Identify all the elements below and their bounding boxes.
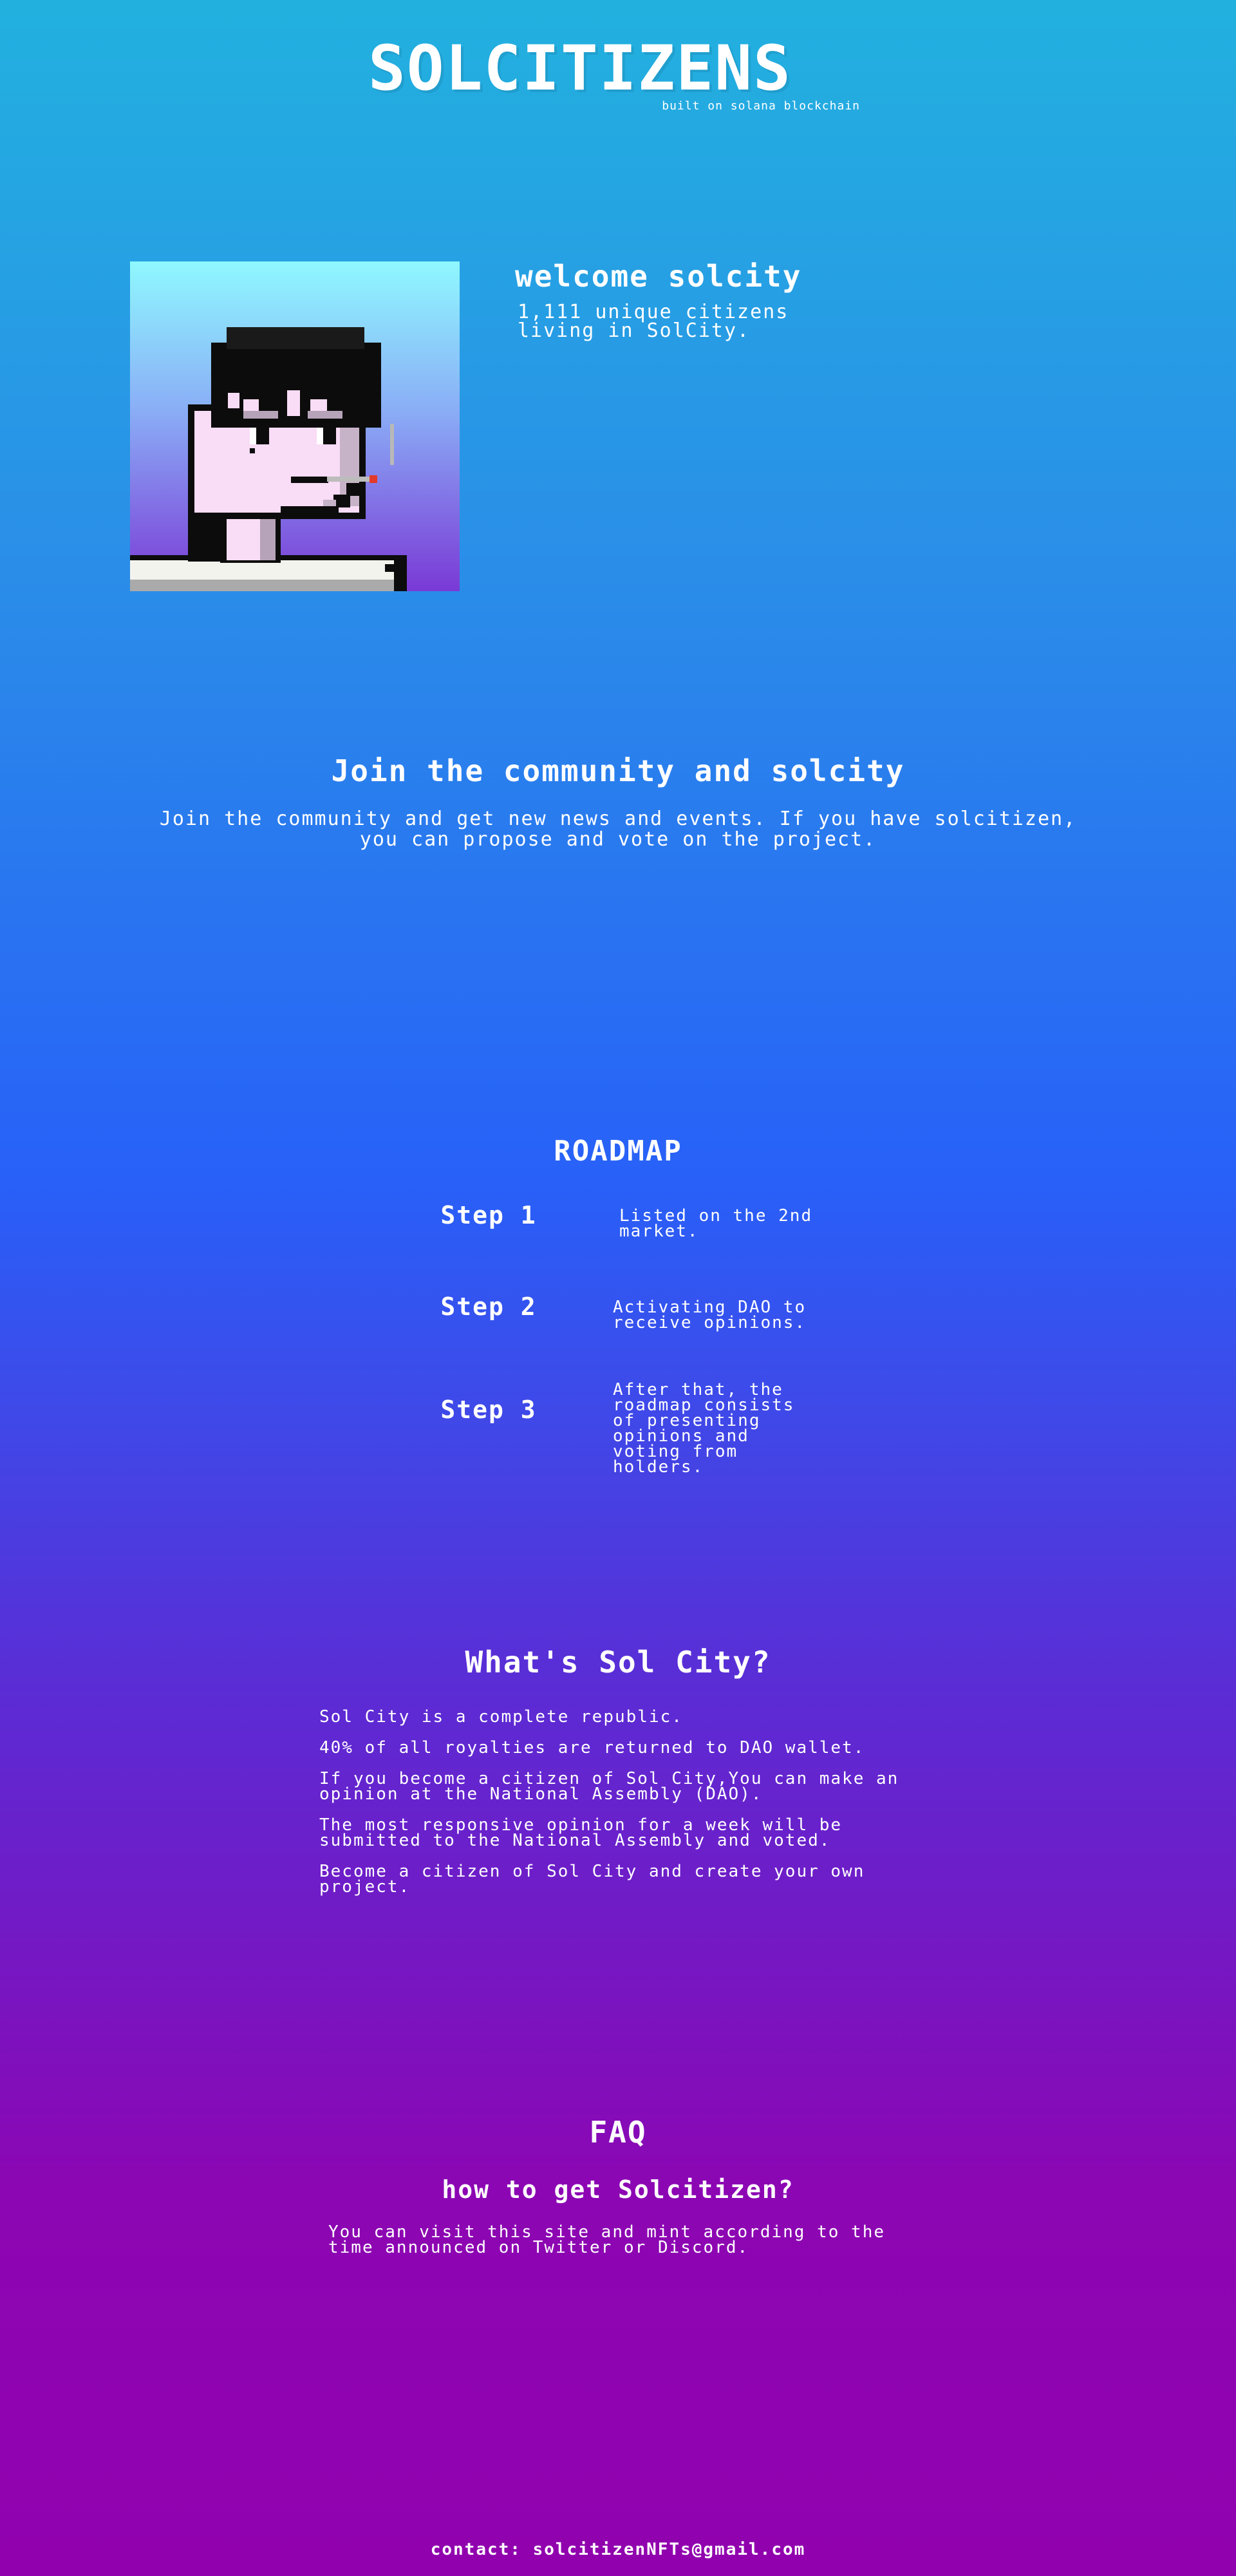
about-list: Sol City is a complete republic. 40% of … — [319, 1709, 937, 1910]
faq-question: how to get Solcitizen? — [442, 2175, 794, 2204]
roadmap-step-1-text: Listed on the 2nd market. — [619, 1206, 813, 1241]
roadmap-step-2-label: Step 2 — [440, 1293, 537, 1321]
whats-sol-city-heading: What's Sol City? — [465, 1645, 771, 1680]
pixel-citizen-avatar — [130, 261, 460, 591]
about-item: If you become a citizen of Sol City,You … — [319, 1769, 899, 1804]
roadmap-step-3-text: After that, the roadmap consists of pres… — [613, 1380, 795, 1477]
faq-answer: You can visit this site and mint accordi… — [328, 2222, 886, 2257]
site-title: SOLCITIZENS — [368, 32, 792, 104]
roadmap-heading: ROADMAP — [554, 1135, 682, 1168]
roadmap-step-1-label: Step 1 — [440, 1201, 537, 1229]
about-item: The most responsive opinion for a week w… — [319, 1815, 843, 1850]
site-tagline: built on solana blockchain — [662, 99, 860, 113]
welcome-text: 1,111 unique citizens living in SolCity. — [518, 301, 789, 342]
contact-email-link[interactable]: solcitizenNFTs@gmail.com — [533, 2540, 806, 2559]
community-heading: Join the community and solcity — [331, 753, 905, 788]
about-item: Become a citizen of Sol City and create … — [319, 1862, 865, 1897]
contact-label: contact: — [430, 2540, 521, 2559]
contact-line: contact: solcitizenNFTs@gmail.com — [0, 2541, 1236, 2558]
about-item: 40% of all royalties are returned to DAO… — [319, 1738, 865, 1757]
roadmap-step-3-label: Step 3 — [440, 1396, 537, 1424]
about-item: Sol City is a complete republic. — [319, 1707, 683, 1727]
faq-heading: FAQ — [589, 2115, 647, 2150]
community-text: Join the community and get new news and … — [159, 808, 1077, 851]
roadmap-step-2-text: Activating DAO to receive opinions. — [613, 1298, 807, 1332]
welcome-heading: welcome solcity — [515, 259, 802, 294]
